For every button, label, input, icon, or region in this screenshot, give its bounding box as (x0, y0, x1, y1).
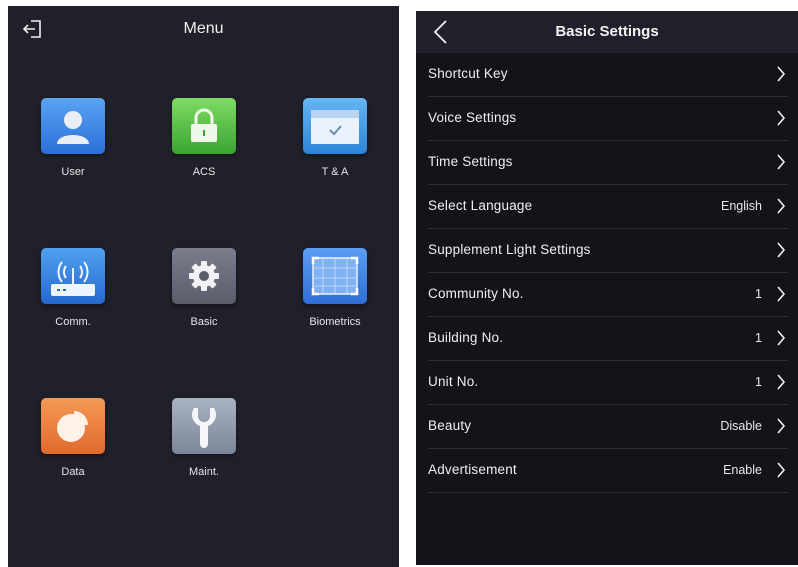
basic-settings-screen: Basic Settings Shortcut Key Voice Settin… (416, 11, 798, 565)
gear-icon (172, 248, 236, 304)
settings-row-time-settings[interactable]: Time Settings (428, 141, 788, 185)
menu-tile-label: Data (61, 466, 85, 478)
menu-tile-label: T & A (321, 166, 349, 178)
row-label: Unit No. (428, 374, 479, 389)
menu-tile-label: Comm. (55, 316, 91, 328)
settings-row-community-no[interactable]: Community No. 1 (428, 273, 788, 317)
page-title: Basic Settings (555, 23, 659, 40)
settings-row-beauty[interactable]: Beauty Disable (428, 405, 788, 449)
menu-tile-label: ACS (192, 166, 216, 178)
menu-tile-label: Biometrics (309, 316, 361, 328)
wrench-icon (172, 398, 236, 454)
menu-tile-maint[interactable]: Maint. (144, 398, 264, 478)
lock-icon (172, 98, 236, 154)
menu-header: Menu (8, 6, 399, 50)
menu-tile-label: Basic (190, 316, 218, 328)
row-label: Select Language (428, 198, 533, 213)
menu-tile-biometrics[interactable]: Biometrics (275, 248, 395, 328)
row-value: 1 (755, 331, 762, 345)
menu-tile-ta[interactable]: T & A (275, 98, 395, 178)
settings-row-unit-no[interactable]: Unit No. 1 (428, 361, 788, 405)
chevron-right-icon (777, 198, 786, 214)
chevron-right-icon (777, 418, 786, 434)
router-icon (41, 248, 105, 304)
settings-row-select-language[interactable]: Select Language English (428, 185, 788, 229)
row-value: Disable (720, 419, 762, 433)
row-label: Shortcut Key (428, 66, 508, 81)
chevron-right-icon (777, 374, 786, 390)
chevron-right-icon (777, 330, 786, 346)
calendar-check-icon (303, 98, 367, 154)
row-value: Enable (723, 463, 762, 477)
chevron-right-icon (777, 66, 786, 82)
row-label: Supplement Light Settings (428, 242, 591, 257)
row-value: 1 (755, 375, 762, 389)
menu-tile-comm[interactable]: Comm. (13, 248, 133, 328)
row-label: Advertisement (428, 462, 517, 477)
face-frame-icon (303, 248, 367, 304)
chevron-right-icon (777, 154, 786, 170)
menu-tile-label: User (61, 166, 85, 178)
settings-row-building-no[interactable]: Building No. 1 (428, 317, 788, 361)
settings-row-advertisement[interactable]: Advertisement Enable (428, 449, 788, 493)
row-label: Beauty (428, 418, 472, 433)
menu-title: Menu (183, 20, 224, 37)
menu-tile-data[interactable]: Data (13, 398, 133, 478)
row-label: Time Settings (428, 154, 513, 169)
user-icon (41, 98, 105, 154)
row-label: Building No. (428, 330, 504, 345)
chevron-right-icon (777, 462, 786, 478)
row-label: Voice Settings (428, 110, 517, 125)
row-value: 1 (755, 287, 762, 301)
chevron-right-icon (777, 110, 786, 126)
menu-tile-label: Maint. (189, 466, 219, 478)
row-value: English (721, 199, 762, 213)
settings-list: Shortcut Key Voice Settings Time Setting… (416, 53, 798, 493)
settings-row-shortcut-key[interactable]: Shortcut Key (428, 53, 788, 97)
menu-tile-acs[interactable]: ACS (144, 98, 264, 178)
menu-tile-user[interactable]: User (13, 98, 133, 178)
settings-header: Basic Settings (416, 11, 798, 53)
chevron-right-icon (777, 242, 786, 258)
settings-row-supplement-light[interactable]: Supplement Light Settings (428, 229, 788, 273)
menu-screen: Menu User ACS T & A Comm. Basic Biometri… (8, 6, 399, 567)
settings-row-voice-settings[interactable]: Voice Settings (428, 97, 788, 141)
pie-chart-icon (41, 398, 105, 454)
row-label: Community No. (428, 286, 524, 301)
menu-tile-basic[interactable]: Basic (144, 248, 264, 328)
chevron-right-icon (777, 286, 786, 302)
